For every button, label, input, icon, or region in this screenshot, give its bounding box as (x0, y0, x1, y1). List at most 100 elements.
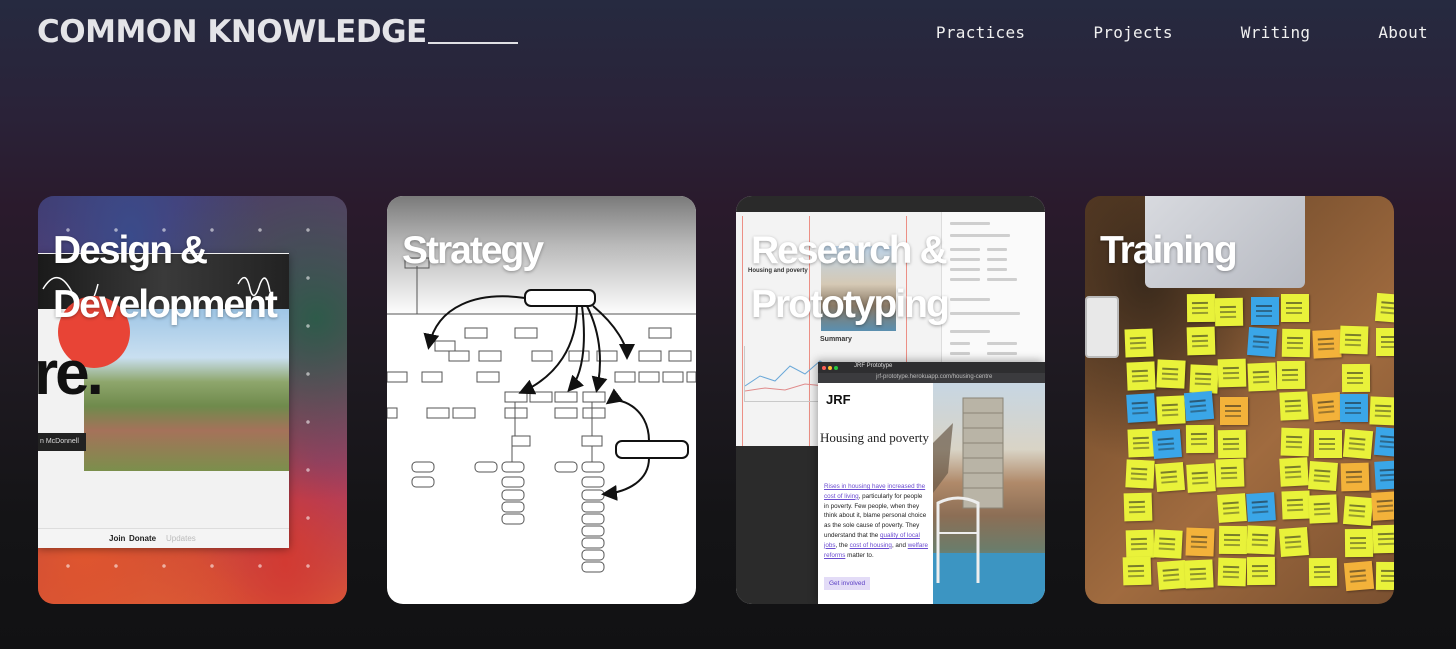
browser-window: JRF Prototype jrf-prototype.herokuapp.co… (818, 362, 1045, 604)
sticky-note (1217, 358, 1247, 388)
sticky-note (1126, 392, 1157, 423)
sticky-note (1313, 430, 1342, 459)
sticky-note (1373, 426, 1394, 457)
sticky-note (1279, 391, 1309, 422)
sticky-note (1371, 490, 1394, 521)
design-tool-toolbar (736, 196, 1045, 212)
building-photo (933, 383, 1045, 604)
card-title: Training (1100, 229, 1238, 272)
sticky-note (1281, 490, 1311, 520)
screenshot-footer-bar: Join Donate Updates (38, 528, 289, 548)
sticky-note (1189, 363, 1219, 394)
sticky-note (1219, 397, 1248, 426)
sticky-note (1246, 556, 1275, 586)
sticky-note (1247, 362, 1277, 392)
card-research-prototyping[interactable]: Housing and poverty Summary JRF Prototyp… (736, 196, 1045, 604)
join-link: Join (109, 534, 126, 543)
sticky-note (1218, 557, 1247, 587)
body-text-span: , the (835, 541, 850, 549)
nav-practices[interactable]: Practices (936, 23, 1025, 42)
card-training[interactable]: Training (1085, 196, 1394, 604)
sticky-note (1123, 492, 1152, 522)
sticky-note (1216, 493, 1247, 524)
sticky-note (1374, 460, 1394, 491)
sticky-note (1185, 425, 1214, 454)
sticky-note (1341, 364, 1370, 393)
sticky-note (1280, 427, 1310, 457)
sticky-note (1184, 559, 1214, 589)
sticky-note (1123, 556, 1152, 586)
inline-link: Rises in housing have (824, 483, 886, 490)
sticky-note (1339, 325, 1368, 355)
card-title: Strategy (402, 229, 544, 272)
body-text-span: , and (891, 541, 908, 549)
sticky-note (1308, 494, 1339, 525)
card-title: Research & Prototyping (751, 229, 950, 326)
summary-label: Summary (820, 336, 852, 343)
sticky-note (1187, 293, 1216, 322)
sticky-note (1311, 391, 1342, 422)
nav-about[interactable]: About (1378, 23, 1428, 42)
sticky-note (1279, 526, 1310, 557)
sticky-note (1156, 359, 1187, 389)
sticky-note (1308, 461, 1339, 492)
sticky-note (1308, 557, 1337, 586)
sticky-note (1375, 327, 1394, 356)
sticky-note (1246, 525, 1276, 555)
sticky-note (1276, 361, 1306, 390)
guide-line (742, 216, 743, 446)
card-strategy[interactable]: Strategy (387, 196, 696, 604)
sticky-note (1218, 430, 1247, 459)
sticky-note (1372, 524, 1394, 553)
sticky-note (1218, 525, 1247, 555)
sticky-note (1154, 462, 1185, 493)
sticky-note (1152, 429, 1183, 460)
browser-tabbar: JRF Prototype (818, 362, 1045, 373)
sticky-note (1250, 296, 1279, 325)
sticky-note (1183, 391, 1215, 422)
main-nav: Practices Projects Writing About (936, 23, 1428, 42)
sticky-note (1344, 528, 1373, 557)
sticky-note (1339, 394, 1368, 423)
inline-link: cost of housing (849, 541, 892, 549)
sticky-note (1342, 429, 1373, 460)
sticky-note (1246, 492, 1277, 523)
browser-tab-title: JRF Prototype (854, 363, 893, 369)
sticky-note (1123, 328, 1154, 358)
nav-writing[interactable]: Writing (1241, 23, 1311, 42)
sticky-note (1126, 361, 1156, 391)
sticky-note (1343, 495, 1374, 526)
updates-link: Updates (166, 534, 196, 543)
canvas-area (736, 446, 818, 604)
sticky-note (1375, 561, 1394, 591)
sticky-note (1125, 459, 1155, 490)
sticky-note (1125, 529, 1154, 559)
sticky-note (1369, 395, 1394, 426)
get-involved-button: Get involved (824, 577, 871, 590)
prototype-heading: Housing and poverty (819, 430, 930, 445)
site-logo[interactable]: COMMON KNOWLEDGE (37, 14, 427, 50)
prototype-body-text: Rises in housing have increased the cost… (824, 482, 928, 560)
card-title: Design & Development (53, 229, 278, 326)
nav-projects[interactable]: Projects (1093, 23, 1172, 42)
sticky-note (1153, 528, 1183, 559)
minimize-dot-icon (828, 366, 832, 370)
sticky-note (1156, 395, 1186, 425)
sticky-note (1247, 327, 1278, 358)
close-dot-icon (822, 366, 826, 370)
sticky-note (1215, 298, 1244, 327)
logo-underline (428, 42, 518, 44)
sticky-note (1282, 328, 1311, 358)
sticky-note (1311, 329, 1342, 359)
headline-fragment: re. (38, 339, 104, 408)
sticky-note (1281, 293, 1310, 322)
body-text-span: matter to. (845, 551, 874, 559)
org-logo: JRF (826, 392, 851, 407)
sticky-note (1185, 526, 1215, 557)
browser-urlbar: jrf-prototype.herokuapp.com/housing-cent… (818, 373, 1045, 383)
sticky-note (1279, 457, 1309, 487)
sticky-note (1374, 292, 1394, 323)
browser-url: jrf-prototype.herokuapp.com/housing-cent… (876, 374, 993, 380)
card-design-development[interactable]: re. n McDonnell Join Donate Updates Desi… (38, 196, 347, 604)
maximize-dot-icon (834, 366, 838, 370)
